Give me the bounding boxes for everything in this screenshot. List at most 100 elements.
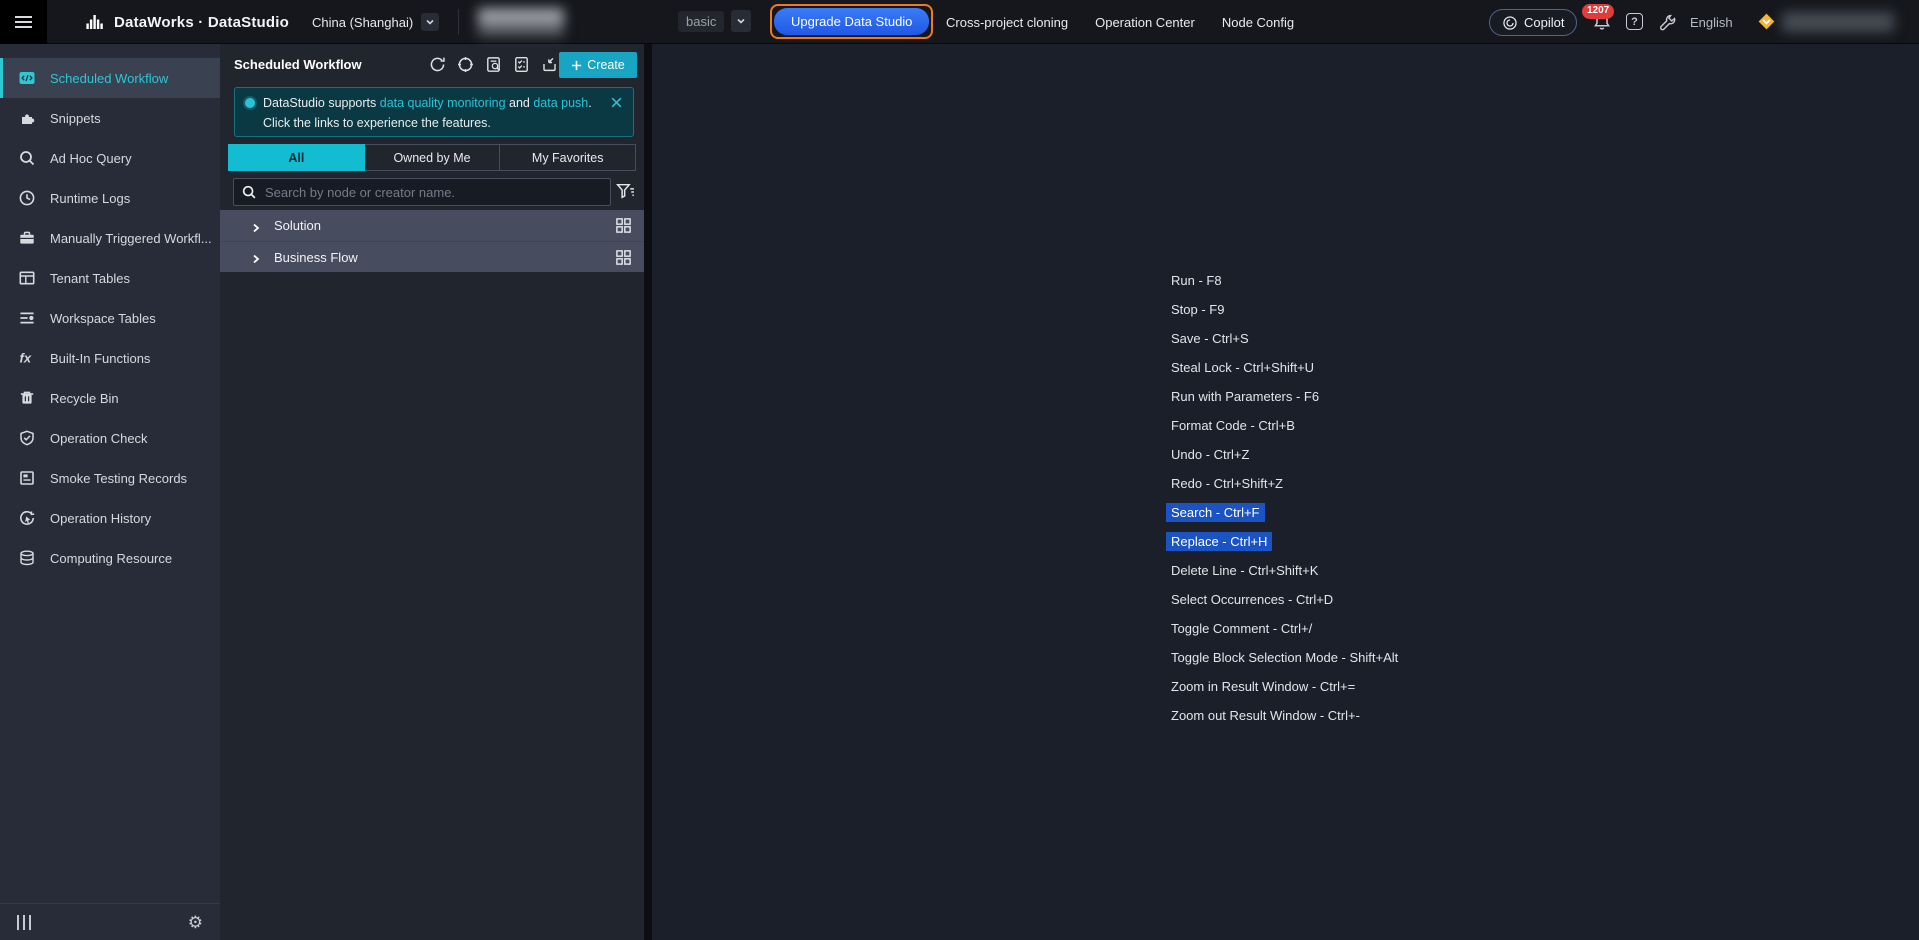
tab-my-favorites[interactable]: My Favorites [500,144,637,171]
sidebar-item-label: Built-In Functions [50,350,151,366]
top-navigation: Cross-project cloning Operation Center N… [946,0,1294,44]
shortcut-hint: Stop - F9 [1171,302,1225,317]
copilot-icon [1503,15,1517,30]
inspect-list-icon[interactable] [484,55,503,74]
search-icon [241,184,257,200]
code-icon [18,69,36,87]
nav-node-config[interactable]: Node Config [1222,15,1294,30]
sidebar-item-smoke-testing-records[interactable]: Smoke Testing Records [0,458,220,498]
help-icon[interactable]: ? [1626,13,1643,30]
account-name-redacted[interactable] [1782,12,1894,32]
history-icon [18,509,36,527]
copilot-button[interactable]: Copilot [1489,9,1578,36]
sidebar-item-snippets[interactable]: Snippets [0,98,220,138]
top-bar: DataWorks · DataStudio China (Shanghai) … [0,0,1919,44]
settings-gear-icon[interactable]: ⚙ [188,914,203,931]
dataworks-logo-icon [86,15,103,29]
sidebar-item-recycle-bin[interactable]: Recycle Bin [0,378,220,418]
chevron-down-icon[interactable] [421,13,440,31]
nav-operation-center[interactable]: Operation Center [1095,15,1195,30]
editor-canvas: Run - F8 Stop - F9 Save - Ctrl+S Steal Lock… [652,44,1919,940]
chevron-right-icon[interactable] [251,252,261,264]
create-button[interactable]: Create [559,52,637,78]
sidebar-menu: Scheduled Workflow Snippets Ad Hoc Query Ru… [0,44,220,578]
tree-row-business-flow[interactable]: Business Flow [220,241,644,272]
sidebar-item-workspace-tables[interactable]: Workspace Tables [0,298,220,338]
shortcut-hint: Steal Lock - Ctrl+Shift+U [1171,360,1315,375]
panel-resize-gutter[interactable] [644,44,652,940]
database-icon [18,549,36,567]
tree-row-label: Solution [274,218,321,233]
sidebar-item-runtime-logs[interactable]: Runtime Logs [0,178,220,218]
sidebar-item-computing-resource[interactable]: Computing Resource [0,538,220,578]
shortcut-hint: Select Occurrences - Ctrl+D [1171,592,1334,607]
sidebar-item-operation-check[interactable]: Operation Check [0,418,220,458]
hamburger-menu-button[interactable] [0,0,47,44]
shortcut-hint: Run - F8 [1171,273,1222,288]
upgrade-data-studio-button[interactable]: Upgrade Data Studio [774,8,930,35]
region-label: China (Shanghai) [312,14,414,30]
chevron-down-icon[interactable] [731,10,752,32]
checklist-icon[interactable] [512,55,531,74]
sidebar-item-built-in-functions[interactable]: fx Built-In Functions [0,338,220,378]
table-icon [18,269,36,287]
sidebar-item-label: Workspace Tables [50,310,156,326]
app-root: DataWorks · DataStudio China (Shanghai) … [0,0,1919,940]
wrench-tools-icon[interactable] [1658,13,1676,31]
upgrade-highlight-outline: Upgrade Data Studio [770,4,934,39]
left-sidebar: Scheduled Workflow Snippets Ad Hoc Query Ru… [0,44,220,940]
sidebar-item-label: Scheduled Workflow [50,70,169,86]
svg-text:fx: fx [20,351,32,366]
grid-view-icon[interactable] [615,249,632,266]
plus-icon [572,60,582,70]
mode-selector[interactable]: basic [678,10,752,32]
language-switcher[interactable]: English [1690,0,1733,44]
data-push-link[interactable]: data push [533,96,588,110]
tree-row-label: Business Flow [274,249,358,265]
locate-node-icon[interactable] [456,55,475,74]
vip-diamond-icon[interactable] [1757,12,1776,31]
mode-label: basic [678,10,725,32]
shortcut-hint: Undo - Ctrl+Z [1171,447,1250,462]
search-icon [18,149,36,167]
sidebar-footer: ⚙ [0,903,220,940]
fx-icon: fx [18,349,36,367]
tree-row-solution[interactable]: Solution [220,210,644,241]
keyboard-shortcuts-list: Run - F8 Stop - F9 Save - Ctrl+S Steal Lock… [1166,266,1399,730]
workspace-selector-redacted[interactable] [478,8,564,36]
import-icon[interactable] [540,55,559,74]
region-selector[interactable]: China (Shanghai) [312,0,440,44]
sidebar-item-label: Operation History [50,510,152,526]
close-icon[interactable] [610,95,624,109]
chevron-right-icon[interactable] [251,221,261,232]
panel-layout-icon[interactable] [17,914,31,930]
shortcut-hint: Zoom in Result Window - Ctrl+= [1171,679,1356,694]
sidebar-item-scheduled-workflow[interactable]: Scheduled Workflow [0,58,220,98]
workflow-tree: Solution Business Flow [220,210,644,272]
app-title: DataWorks · DataStudio [114,13,289,31]
info-banner: DataStudio supports data quality monitor… [234,87,634,137]
sidebar-item-label: Recycle Bin [50,390,119,406]
search-input[interactable] [233,178,611,206]
shortcut-hint: Toggle Comment - Ctrl+/ [1171,621,1313,636]
sidebar-item-tenant-tables[interactable]: Tenant Tables [0,258,220,298]
nav-cross-project-cloning[interactable]: Cross-project cloning [946,15,1068,30]
sidebar-item-label: Operation Check [50,430,148,446]
sidebar-item-operation-history[interactable]: Operation History [0,498,220,538]
sidebar-item-label: Smoke Testing Records [50,470,188,486]
filter-funnel-icon[interactable] [615,181,636,202]
shortcut-hint-highlighted: Search - Ctrl+F [1166,498,1398,527]
panel-toolbar [428,55,559,74]
sidebar-item-ad-hoc-query[interactable]: Ad Hoc Query [0,138,220,178]
trash-icon [18,389,36,407]
shortcut-hint: Zoom out Result Window - Ctrl+- [1171,708,1360,723]
list-db-icon [18,309,36,327]
tab-owned-by-me[interactable]: Owned by Me [364,144,501,171]
tab-all[interactable]: All [228,144,365,171]
shortcut-hint: Toggle Block Selection Mode - Shift+Alt [1171,650,1399,665]
notification-count-badge[interactable]: 1207 [1582,4,1615,19]
grid-view-icon[interactable] [615,217,632,234]
sidebar-item-manually-triggered-workfl[interactable]: Manually Triggered Workfl... [0,218,220,258]
refresh-icon[interactable] [428,55,447,74]
data-quality-monitoring-link[interactable]: data quality monitoring [380,96,506,110]
